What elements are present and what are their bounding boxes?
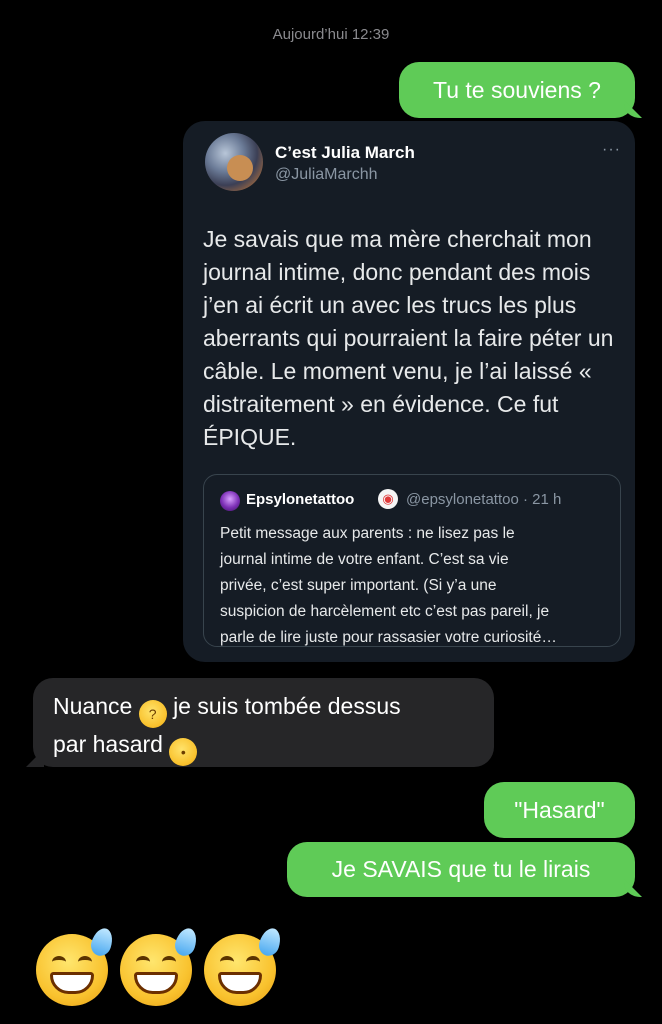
message-sent-2[interactable]: "Hasard" xyxy=(484,782,635,838)
kissing-face-icon: • xyxy=(169,738,198,766)
grinning-face-with-sweat-icon xyxy=(120,925,200,1006)
quoted-tweet-meta: @epsylonetattoo · 21 h xyxy=(406,491,562,508)
more-options-icon[interactable]: ··· xyxy=(602,141,621,159)
thinking-face-icon: ? xyxy=(138,700,167,728)
message-line-2: par hasard • xyxy=(53,728,474,766)
tweet-author-avatar xyxy=(205,133,263,191)
message-received-1[interactable]: Nuance ? je suis tombée dessus par hasar… xyxy=(33,678,494,767)
message-line-1: Nuance ? je suis tombée dessus xyxy=(53,690,474,728)
quoted-author-avatar xyxy=(220,491,240,511)
shared-tweet-card[interactable]: C’est Julia March @JuliaMarchh ··· Je sa… xyxy=(183,121,635,662)
tweet-author-handle: @JuliaMarchh xyxy=(275,166,378,183)
message-text: Nuance xyxy=(53,693,133,719)
tweet-author-name: C’est Julia March xyxy=(275,143,415,162)
message-text: je suis tombée dessus xyxy=(173,693,401,719)
message-text: par hasard xyxy=(53,731,163,757)
tweet-text: Je savais que ma mère cherchait mon jour… xyxy=(203,226,614,450)
quoted-author-name: Epsylonetattoo xyxy=(246,491,355,508)
timestamp: Aujourd’hui 12:39 xyxy=(272,26,390,43)
message-sent-3[interactable]: Je SAVAIS que tu le lirais xyxy=(287,842,635,897)
grinning-face-with-sweat-icon xyxy=(36,925,116,1006)
message-text: Tu te souviens ? xyxy=(433,77,601,103)
quoted-tweet-text: Petit message aux parents : ne lisez pas… xyxy=(220,525,557,646)
clown-face-icon: ◉ xyxy=(378,489,398,509)
message-text: Je SAVAIS que tu le lirais xyxy=(331,856,591,882)
message-text: "Hasard" xyxy=(514,797,605,823)
grinning-face-with-sweat-icon xyxy=(204,925,284,1006)
message-sent-1[interactable]: Tu te souviens ? xyxy=(399,62,635,118)
quoted-tweet[interactable]: Epsylonetattoo ◉ @epsylonetattoo · 21 h … xyxy=(203,474,621,647)
